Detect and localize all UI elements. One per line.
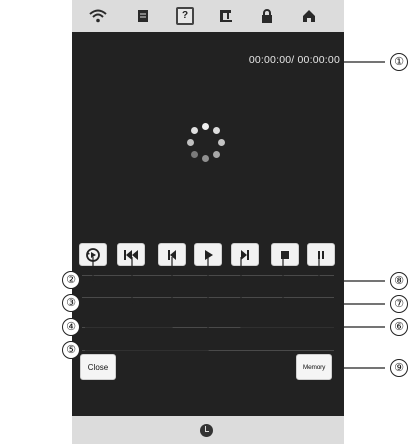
callout-9: ⑨ bbox=[390, 359, 408, 377]
callout-3: ③ bbox=[62, 294, 80, 312]
callout-4: ④ bbox=[62, 318, 80, 336]
callout-8: ⑧ bbox=[390, 272, 408, 290]
callout-6: ⑥ bbox=[390, 318, 408, 336]
callout-5: ⑤ bbox=[62, 341, 80, 359]
callout-7: ⑦ bbox=[390, 295, 408, 313]
callout-1: ① bbox=[390, 53, 408, 71]
callout-leader-lines bbox=[85, 61, 385, 369]
callout-2: ② bbox=[62, 271, 80, 289]
